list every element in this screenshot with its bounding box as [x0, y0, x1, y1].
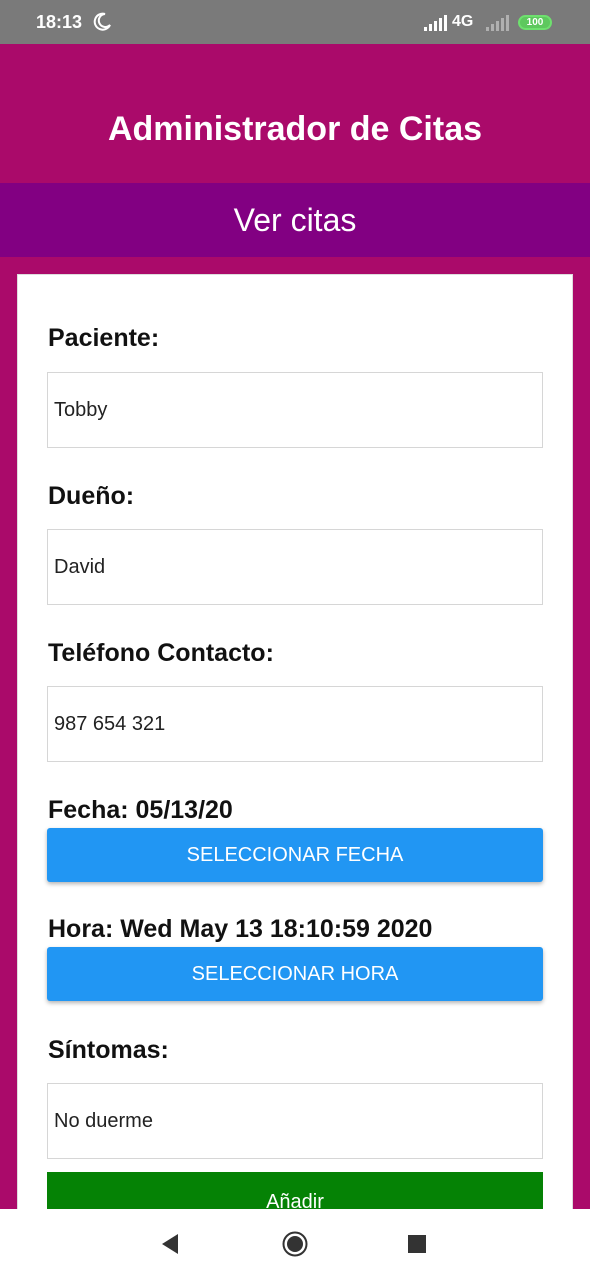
date-label: Fecha: 05/13/20: [48, 796, 233, 824]
app-header: Administrador de Citas: [0, 44, 590, 183]
select-time-button[interactable]: SELECCIONAR HORA: [47, 947, 543, 1001]
signal-icon: [486, 15, 509, 31]
phone-label: Teléfono Contacto:: [48, 639, 274, 667]
navigation-bar: [0, 1209, 590, 1280]
symptoms-label: Síntomas:: [48, 1036, 169, 1064]
network-label: 4G: [452, 13, 474, 30]
owner-label: Dueño:: [48, 482, 135, 510]
symptoms-input[interactable]: No duerme: [47, 1083, 543, 1159]
signal-icon: [424, 15, 447, 31]
battery-icon: 100: [518, 15, 552, 30]
recents-icon[interactable]: [408, 1235, 426, 1253]
back-icon[interactable]: [160, 1233, 180, 1255]
select-date-button[interactable]: SELECCIONAR FECHA: [47, 828, 543, 882]
home-icon[interactable]: [282, 1231, 308, 1257]
view-appointments-link[interactable]: Ver citas: [0, 183, 590, 257]
status-bar: 18:13 4G 100: [0, 0, 590, 44]
time-label: Hora: Wed May 13 18:10:59 2020: [48, 915, 433, 943]
moon-icon: [93, 12, 111, 31]
phone-input[interactable]: 987 654 321: [47, 686, 543, 762]
owner-input[interactable]: David: [47, 529, 543, 605]
status-time: 18:13: [36, 12, 83, 32]
patient-input[interactable]: Tobby: [47, 372, 543, 448]
patient-label: Paciente:: [48, 324, 160, 352]
app-title: Administrador de Citas: [107, 110, 483, 148]
